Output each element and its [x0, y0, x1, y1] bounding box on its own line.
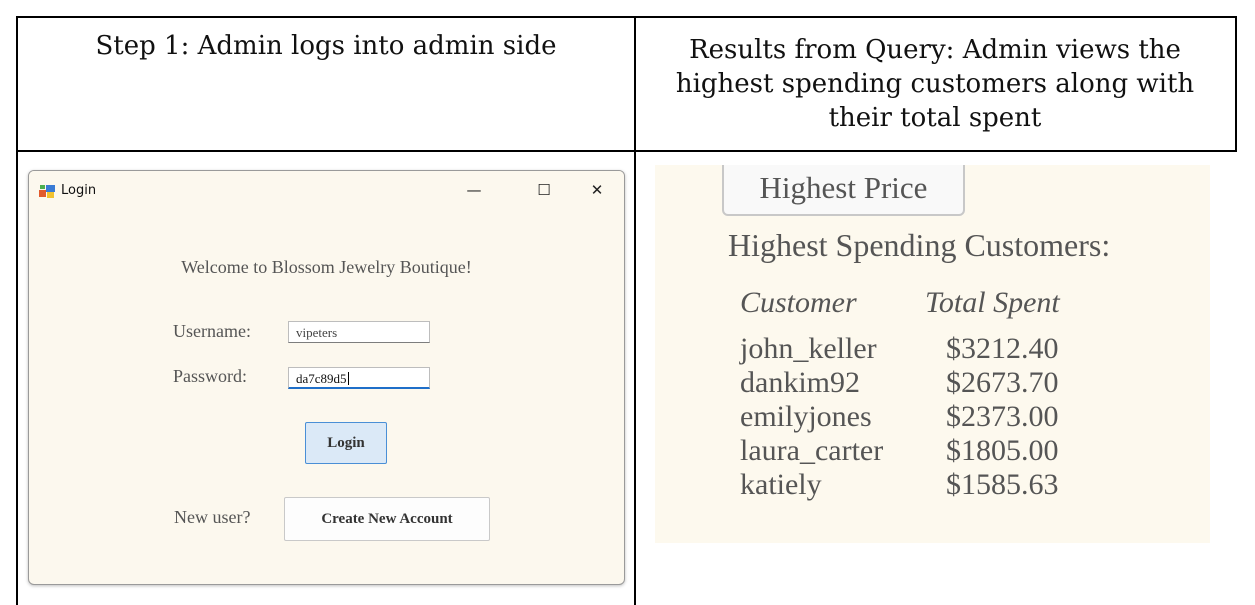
results-heading: Highest Spending Customers:: [728, 227, 1111, 263]
welcome-message: Welcome to Blossom Jewelry Boutique!: [181, 257, 472, 277]
table-border-right: [1235, 16, 1237, 152]
total-spent: $3212.40: [946, 332, 1059, 365]
highest-price-button[interactable]: Highest Price: [722, 165, 965, 216]
total-spent: $2373.00: [946, 400, 1059, 433]
app-icon: [39, 185, 55, 198]
total-spent: $2673.70: [946, 366, 1059, 399]
table-border-middle: [16, 150, 1237, 152]
table-row: dankim92 $2673.70: [655, 366, 1210, 400]
table-row: katiely $1585.63: [655, 468, 1210, 502]
maximize-icon[interactable]: ☐: [529, 177, 559, 203]
customer-name: laura_carter: [740, 434, 884, 467]
column-header-customer: Customer: [740, 286, 857, 319]
create-account-button[interactable]: Create New Account: [284, 497, 490, 541]
password-input-value: da7c89d5: [296, 371, 347, 386]
cropped-text-fragment: [715, 537, 1015, 543]
username-input[interactable]: vipeters: [288, 321, 430, 343]
header-results: Results from Query: Admin views the high…: [675, 35, 1195, 133]
table-row: john_keller $3212.40: [655, 332, 1210, 366]
password-label: Password:: [173, 366, 248, 386]
new-user-label: New user?: [174, 507, 251, 527]
column-header-total-spent: Total Spent: [925, 286, 1060, 319]
customer-name: dankim92: [740, 366, 860, 399]
customer-name: emilyjones: [740, 400, 872, 433]
password-input[interactable]: da7c89d5: [288, 367, 430, 389]
login-window: Login — ☐ ✕ Welcome to Blossom Jewelry B…: [28, 170, 625, 585]
header-step-1: Step 1: Admin logs into admin side: [95, 31, 557, 61]
close-icon[interactable]: ✕: [582, 177, 612, 203]
document-table: Step 1: Admin logs into admin side Resul…: [0, 0, 1255, 605]
customer-name: katiely: [740, 468, 822, 501]
total-spent: $1585.63: [946, 468, 1059, 501]
customer-name: john_keller: [740, 332, 877, 365]
results-panel: Highest Price Highest Spending Customers…: [655, 165, 1210, 543]
login-button[interactable]: Login: [305, 422, 387, 464]
table-border-left: [16, 16, 18, 605]
minimize-icon[interactable]: —: [459, 177, 489, 203]
username-label: Username:: [173, 321, 251, 341]
login-window-title: Login: [61, 183, 97, 198]
login-titlebar: Login — ☐ ✕: [29, 171, 624, 209]
total-spent: $1805.00: [946, 434, 1059, 467]
table-row: emilyjones $2373.00: [655, 400, 1210, 434]
text-caret: [347, 372, 349, 385]
table-row: laura_carter $1805.00: [655, 434, 1210, 468]
table-border-center: [634, 16, 636, 605]
